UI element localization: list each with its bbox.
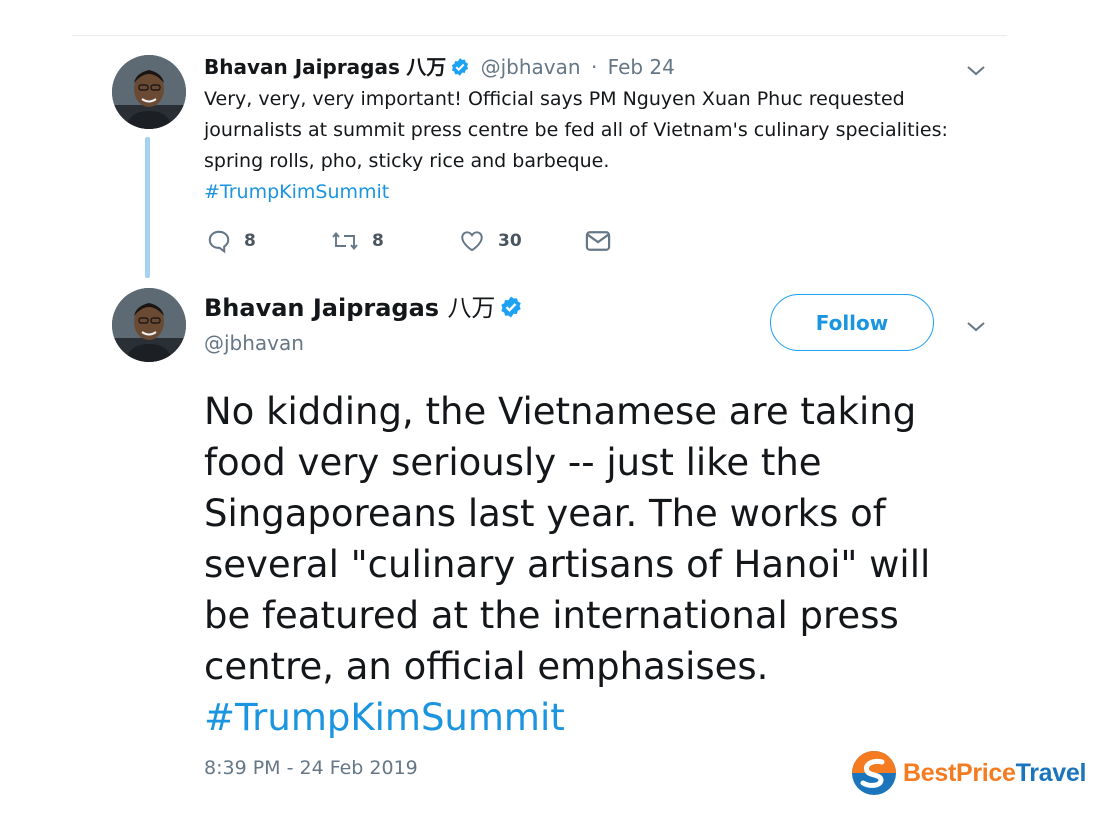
reply-button[interactable]: 8	[206, 228, 256, 254]
tweet-text-line: spring rolls, pho, sticky rice and barbe…	[204, 150, 610, 172]
reply-count: 8	[244, 231, 256, 251]
tweet-text-line: journalists at summit press centre be fe…	[204, 119, 948, 141]
tweet1-text: Very, very, very important! Official say…	[204, 84, 964, 177]
tweet-text-line: food very seriously -- just like the	[204, 441, 822, 484]
tweet-text-line: be featured at the international press	[204, 594, 899, 637]
chevron-down-icon[interactable]	[963, 316, 989, 340]
tweet-text-line: No kidding, the Vietnamese are taking	[204, 390, 917, 433]
verified-badge-icon	[450, 57, 470, 83]
dm-button[interactable]	[584, 228, 612, 254]
verified-badge-icon	[499, 295, 523, 327]
tweet-text-line: Singaporeans last year. The works of	[204, 492, 886, 535]
author-name[interactable]: Bhavan Jaipragas	[204, 55, 400, 79]
chevron-down-icon[interactable]	[963, 60, 989, 84]
follow-button[interactable]: Follow	[770, 294, 934, 351]
tweet2-text: No kidding, the Vietnamese are taking fo…	[204, 386, 964, 743]
top-divider	[72, 35, 1007, 36]
hashtag-link[interactable]: #TrumpKimSummit	[204, 177, 389, 208]
author-cjk-name[interactable]: 八万	[406, 55, 446, 79]
hashtag-link[interactable]: #TrumpKimSummit	[204, 692, 964, 743]
reply-icon	[206, 228, 232, 254]
retweet-icon	[330, 228, 360, 254]
tweet-text-line: centre, an official emphasises.	[204, 645, 769, 688]
tweet-text-line: several "culinary artisans of Hanoi" wil…	[204, 543, 931, 586]
avatar[interactable]	[112, 288, 186, 362]
retweet-count: 8	[372, 231, 384, 251]
tweet1-header: Bhavan Jaipragas 八万 @jbhavan · Feb 24	[204, 54, 675, 83]
logo-mark-icon	[851, 750, 897, 796]
author-handle[interactable]: @jbhavan	[204, 330, 304, 356]
logo-text: BestPriceTravel	[903, 758, 1087, 787]
envelope-icon	[584, 228, 612, 254]
tweet-timestamp[interactable]: 8:39 PM - 24 Feb 2019	[204, 757, 418, 779]
tweet-date[interactable]: Feb 24	[608, 55, 675, 79]
author-handle[interactable]: @jbhavan	[481, 55, 581, 79]
tweet2-header: Bhavan Jaipragas 八万	[204, 292, 523, 327]
heart-icon	[458, 228, 486, 254]
like-button[interactable]: 30	[458, 228, 522, 254]
thread-line	[145, 137, 150, 278]
separator-dot: ·	[590, 55, 598, 79]
bestpricetravel-logo: BestPriceTravel	[851, 750, 1086, 796]
retweet-button[interactable]: 8	[330, 228, 384, 254]
author-name[interactable]: Bhavan Jaipragas	[204, 294, 439, 322]
like-count: 30	[498, 231, 522, 251]
tweet-text-line: Very, very, very important! Official say…	[204, 88, 905, 110]
author-cjk-name[interactable]: 八万	[447, 294, 495, 322]
avatar[interactable]	[112, 55, 186, 129]
